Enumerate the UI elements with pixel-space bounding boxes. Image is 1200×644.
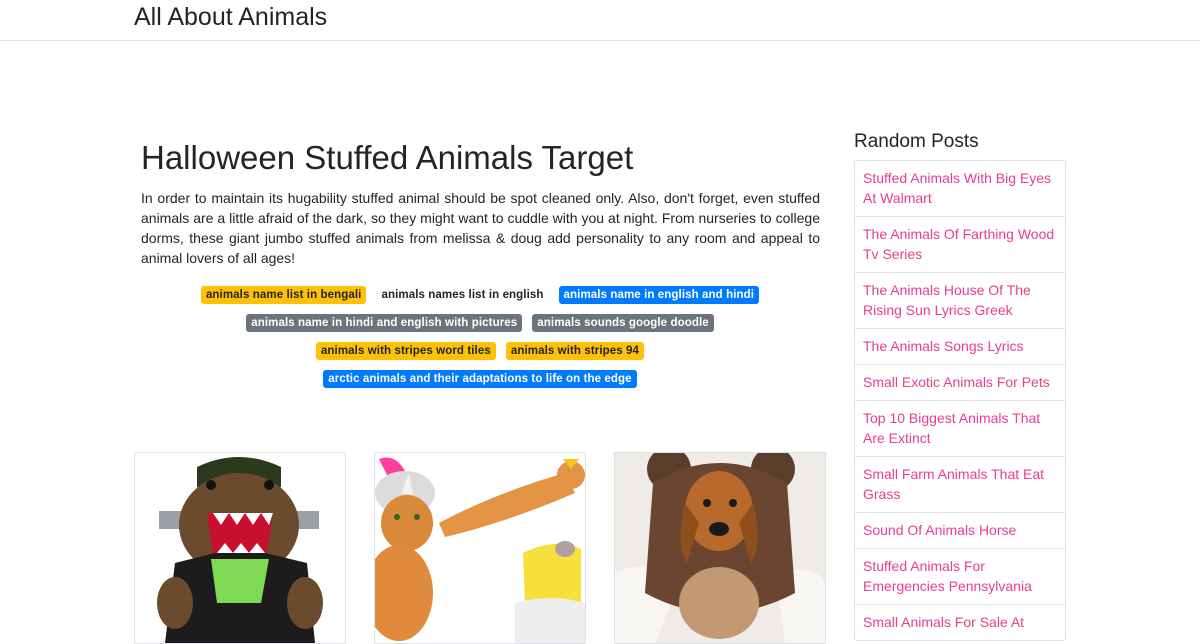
post-title: Halloween Stuffed Animals Target [141, 139, 634, 176]
site-brand-link[interactable]: All About Animals [134, 2, 327, 32]
random-posts-list: Stuffed Animals With Big Eyes At Walmart… [854, 160, 1066, 641]
sidebar-title: Random Posts [854, 131, 979, 152]
dog-in-bear-costume-image[interactable] [614, 452, 826, 644]
tag-badge[interactable]: animals name in hindi and english with p… [246, 314, 523, 332]
random-post-link[interactable]: Stuffed Animals With Big Eyes At Walmart [855, 161, 1065, 216]
tag-list: animals name list in bengali animals nam… [134, 286, 826, 398]
tag-row: animals with stripes word tiles animals … [134, 342, 826, 370]
random-post-link[interactable]: The Animals Of Farthing Wood Tv Series [855, 216, 1065, 272]
random-post-link[interactable]: The Animals Songs Lyrics [855, 328, 1065, 364]
tag-badge[interactable]: arctic animals and their adaptations to … [323, 370, 637, 388]
frankenstein-plush-image[interactable] [134, 452, 346, 644]
frankenstein-plush-icon [135, 453, 345, 643]
tag-badge[interactable]: animals names list in english [376, 286, 549, 304]
tag-badge[interactable]: animals name list in bengali [200, 286, 367, 304]
tag-row: animals name list in bengali animals nam… [134, 286, 826, 314]
random-posts-sidebar: Random Posts Stuffed Animals With Big Ey… [854, 130, 1066, 641]
post-intro: In order to maintain its hugability stuf… [141, 190, 820, 266]
costumed-cats-image[interactable] [374, 452, 586, 644]
random-post-link[interactable]: The Animals House Of The Rising Sun Lyri… [855, 272, 1065, 328]
dog-in-bear-costume-icon [615, 453, 825, 643]
tag-row: animals name in hindi and english with p… [134, 314, 826, 342]
tag-badge[interactable]: animals sounds google doodle [532, 314, 714, 332]
random-post-link[interactable]: Small Exotic Animals For Pets [855, 364, 1065, 400]
tag-badge[interactable]: animals with stripes 94 [505, 342, 645, 360]
random-post-link[interactable]: Small Animals For Sale At [855, 604, 1065, 640]
top-navbar: All About Animals [0, 0, 1200, 41]
tag-row: arctic animals and their adaptations to … [134, 370, 826, 398]
costumed-cats-icon [375, 453, 585, 643]
random-post-link[interactable]: Top 10 Biggest Animals That Are Extinct [855, 400, 1065, 456]
random-post-link[interactable]: Stuffed Animals For Emergencies Pennsylv… [855, 548, 1065, 604]
tag-badge[interactable]: animals with stripes word tiles [315, 342, 496, 360]
tag-badge[interactable]: animals name in english and hindi [558, 286, 760, 304]
random-post-link[interactable]: Small Farm Animals That Eat Grass [855, 456, 1065, 512]
random-post-link[interactable]: Sound Of Animals Horse [855, 512, 1065, 548]
